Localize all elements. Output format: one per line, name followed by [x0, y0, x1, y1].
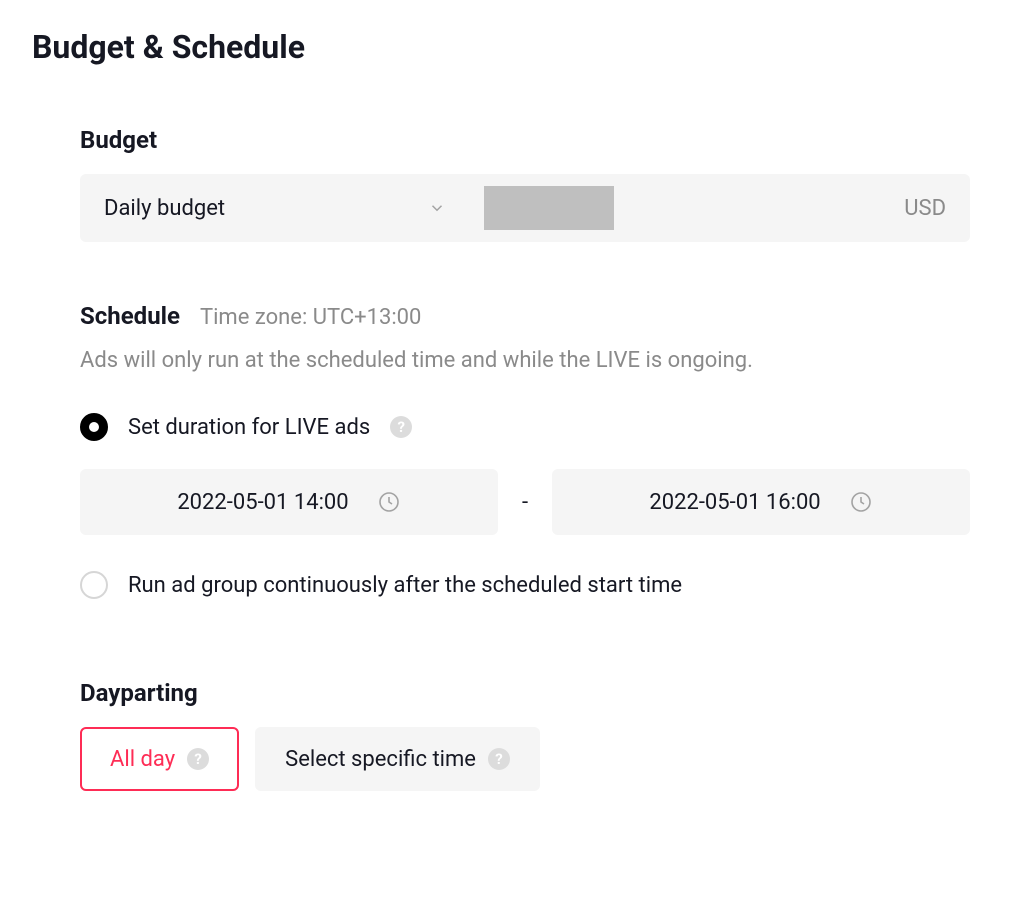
clock-icon	[377, 490, 401, 514]
radio-unselected-icon[interactable]	[80, 571, 108, 599]
schedule-option-duration-label: Set duration for LIVE ads	[128, 415, 370, 440]
budget-section: Budget Daily budget USD Schedule Time zo…	[32, 126, 1000, 791]
schedule-option-duration[interactable]: Set duration for LIVE ads ?	[80, 413, 970, 441]
date-range: 2022-05-01 14:00 - 2022-05-01 16:00	[80, 469, 970, 535]
budget-amount-wrap	[470, 174, 880, 242]
schedule-heading: Schedule	[80, 302, 180, 330]
tab-specific-time[interactable]: Select specific time ?	[255, 727, 540, 791]
tab-all-day-label: All day	[110, 747, 175, 772]
end-datetime-value: 2022-05-01 16:00	[649, 490, 820, 515]
tab-all-day[interactable]: All day ?	[80, 727, 239, 791]
schedule-option-continuous-label: Run ad group continuously after the sche…	[128, 573, 682, 598]
schedule-timezone: Time zone: UTC+13:00	[200, 305, 421, 330]
schedule-header: Schedule Time zone: UTC+13:00	[80, 302, 970, 330]
dayparting-tabs: All day ? Select specific time ?	[80, 727, 970, 791]
budget-heading: Budget	[80, 126, 970, 154]
clock-icon	[849, 490, 873, 514]
help-icon[interactable]: ?	[390, 416, 412, 438]
budget-currency: USD	[880, 196, 970, 221]
help-icon[interactable]: ?	[187, 748, 209, 770]
budget-type-label: Daily budget	[104, 196, 428, 221]
start-datetime-field[interactable]: 2022-05-01 14:00	[80, 469, 498, 535]
chevron-down-icon	[428, 199, 446, 217]
help-icon[interactable]: ?	[488, 748, 510, 770]
radio-selected-icon[interactable]	[80, 413, 108, 441]
page-title: Budget & Schedule	[32, 28, 1000, 66]
start-datetime-value: 2022-05-01 14:00	[177, 490, 348, 515]
schedule-option-continuous[interactable]: Run ad group continuously after the sche…	[80, 571, 970, 599]
budget-row: Daily budget USD	[80, 174, 970, 242]
budget-type-select[interactable]: Daily budget	[80, 174, 470, 242]
end-datetime-field[interactable]: 2022-05-01 16:00	[552, 469, 970, 535]
dayparting-heading: Dayparting	[80, 679, 970, 707]
date-range-dash: -	[522, 490, 528, 515]
budget-amount-input[interactable]	[484, 186, 614, 230]
schedule-help-text: Ads will only run at the scheduled time …	[80, 348, 970, 373]
tab-specific-time-label: Select specific time	[285, 747, 476, 772]
